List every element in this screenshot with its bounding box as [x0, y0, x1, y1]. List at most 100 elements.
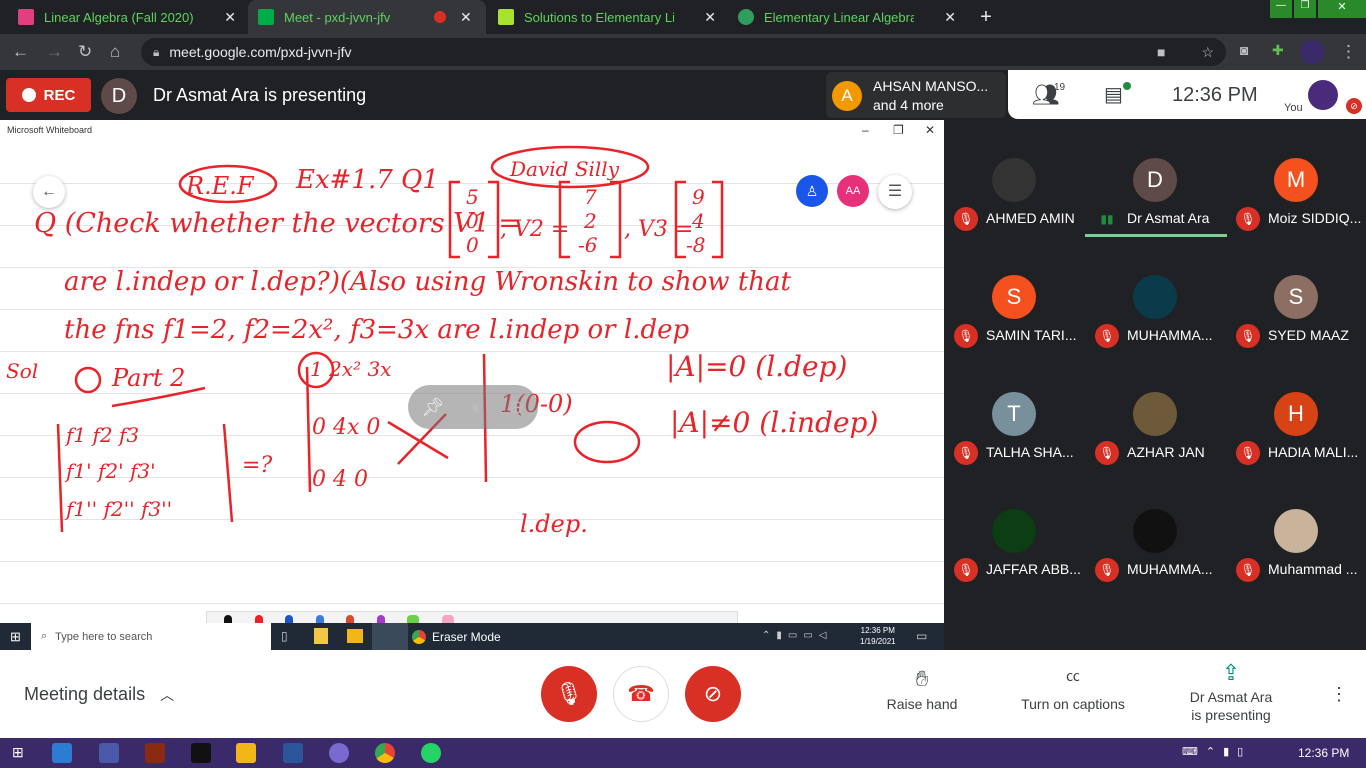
close-button[interactable]: ✕ [925, 123, 935, 137]
file-explorer-icon[interactable] [236, 743, 256, 763]
question-line2: are l.indep or l.dep?)(Also using Wronsk… [64, 267, 792, 297]
participant-tile[interactable]: 🎙︎ AHMED AMIN [944, 90, 1084, 231]
leave-call-button[interactable]: ☎︎ [613, 666, 669, 722]
forward-icon[interactable]: → [46, 42, 63, 62]
s-icon [498, 9, 514, 25]
vscode-icon[interactable] [52, 743, 72, 763]
participant-tile[interactable]: H 🎙︎ HADIA MALI... [1226, 324, 1366, 465]
visio-icon[interactable] [99, 743, 119, 763]
whiteboard-taskbar-icon[interactable] [372, 623, 408, 650]
browser-tab-bar: Linear Algebra (Fall 2020) AM ✕ Meet - p… [0, 0, 1366, 34]
close-icon[interactable]: ✕ [704, 9, 716, 26]
v3-entry-2: 4 [691, 209, 705, 233]
whatsapp-icon[interactable] [421, 743, 441, 763]
windows-start-icon[interactable]: ⊞ [12, 744, 24, 761]
meeting-details-button[interactable]: Meeting details ︿ [24, 684, 174, 705]
participant-tile[interactable]: T 🎙︎ TALHA SHA... [944, 324, 1084, 465]
restore-button[interactable]: ❐ [893, 123, 904, 137]
system-tray-icons[interactable]: ⌨⌃▮▯ [1182, 745, 1251, 758]
camera-icon[interactable]: ■ [1157, 44, 1165, 60]
task-view-icon[interactable]: ▯ [281, 629, 288, 643]
participant-tile[interactable]: S 🎙︎ SYED MAAZ [1226, 207, 1366, 348]
system-tray-icons[interactable]: ⌃▮▭▭◁ [762, 630, 832, 641]
close-window-button[interactable]: ✕ [1318, 0, 1366, 18]
participant-tile[interactable]: S 🎙︎ SAMIN TARI... [944, 207, 1084, 348]
star-icon[interactable]: ☆ [1201, 44, 1214, 61]
illustrator-icon[interactable] [145, 743, 165, 763]
chrome-taskbar-item[interactable]: Eraser Mode [412, 623, 501, 650]
participant-avatar [992, 509, 1036, 553]
maximize-button[interactable]: ❐ [1294, 0, 1316, 18]
close-icon[interactable]: ✕ [460, 9, 472, 26]
david-text: David Silly [509, 157, 620, 181]
notification-avatar: A [832, 81, 862, 111]
captions-button[interactable]: ㏄ Turn on captions [1012, 666, 1134, 712]
raise-hand-button[interactable]: ✋︎ Raise hand [880, 666, 964, 712]
store-icon[interactable] [314, 628, 328, 644]
whiteboard-canvas[interactable]: ← ♙ AA ☰ R.E.F Ex#1.7 Q1 David Silly Q (… [0, 142, 944, 645]
search-icon: ⌕ [41, 630, 48, 642]
profile-avatar[interactable] [1300, 40, 1324, 64]
pin-icon[interactable]: 📌︎ [421, 397, 444, 418]
meet-control-bar: Meeting details ︿ 🎙︎ ☎︎ ⊘ ✋︎ Raise hand … [0, 650, 1366, 738]
minimize-button[interactable]: – [862, 123, 869, 137]
participant-avatar [1274, 509, 1318, 553]
det-bar-right [222, 423, 234, 523]
presenting-button[interactable]: ⇪ Dr Asmat Ara is presenting [1180, 662, 1282, 724]
menu-icon[interactable]: ⋮ [1340, 42, 1357, 62]
participant-tile[interactable]: 🎙︎ AZHAR JAN [1085, 324, 1225, 465]
participant-avatar: M [1274, 158, 1318, 202]
new-tab-button[interactable]: + [974, 6, 998, 28]
url-bar[interactable]: 🔒︎ meet.google.com/pxd-jvvn-jfv ■ ☆ [141, 38, 1226, 66]
notification-more: and 4 more [873, 97, 944, 113]
tab-linear-algebra[interactable]: Linear Algebra (Fall 2020) AM ✕ [8, 0, 246, 34]
camera-off-button[interactable]: ⊘ [685, 666, 741, 722]
participant-name: MUHAMMA... [1127, 561, 1213, 577]
intellij-icon[interactable] [191, 743, 211, 763]
participant-tile[interactable]: D ▮▮ Dr Asmat Ara [1085, 90, 1227, 237]
mute-icon[interactable]: 🔇︎ [471, 397, 482, 418]
det-row-1: f1 f2 f3 [64, 423, 139, 447]
more-options-icon[interactable]: ⋮ [1330, 684, 1348, 705]
close-icon[interactable]: ✕ [944, 9, 956, 26]
participant-avatar [992, 158, 1036, 202]
participant-avatar [1133, 509, 1177, 553]
sol-text: Sol [6, 359, 38, 383]
captions-icon: ㏄ [1066, 668, 1080, 684]
participant-tile[interactable]: 🎙︎ MUHAMMA... [1085, 207, 1225, 348]
mic-off-icon: 🎙︎ [555, 681, 583, 706]
app-icon[interactable] [329, 743, 349, 763]
chrome-icon[interactable] [375, 743, 395, 763]
back-icon[interactable]: ← [12, 42, 29, 62]
home-icon[interactable]: ⌂ [110, 42, 120, 62]
close-icon[interactable]: ✕ [224, 9, 236, 26]
rule-independent: |A|≠0 (l.indep) [670, 406, 878, 439]
tab-solutions[interactable]: Solutions to Elementary Linear Al ✕ [488, 0, 726, 34]
minimize-button[interactable]: — [1270, 0, 1292, 18]
reload-icon[interactable]: ↻ [78, 42, 92, 62]
v1-entry-1: 5 [466, 185, 479, 209]
participant-avatar: S [992, 275, 1036, 319]
word-icon[interactable] [283, 743, 303, 763]
participant-avatar [1133, 275, 1177, 319]
v2-entry-3: -6 [578, 233, 598, 257]
notification-icon[interactable]: ▭ [916, 629, 927, 643]
tab-meet[interactable]: Meet - pxd-jvvn-jfv ✕ [248, 0, 486, 34]
participant-tile[interactable]: M 🎙︎ Moiz SIDDIQ... [1226, 90, 1366, 231]
mic-off-icon: 🎙︎ [954, 558, 978, 582]
extension-icon[interactable]: ✚ [1272, 42, 1284, 59]
v2-entry-2: 2 [583, 209, 597, 233]
participant-tile[interactable]: 🎙︎ JAFFAR ABB... [944, 441, 1084, 582]
minus-circle-icon[interactable]: ⊖ [509, 397, 524, 418]
window-controls: — ❐ ✕ [1270, 0, 1366, 18]
tab-elementary[interactable]: Elementary Linear Algebra: Appli ✕ [728, 0, 966, 34]
participant-tile[interactable]: 🎙︎ MUHAMMA... [1085, 441, 1225, 582]
participant-tile[interactable]: 🎙︎ Muhammad ... [1226, 441, 1366, 582]
windows-start-icon[interactable]: ⊞ [10, 629, 21, 645]
lock-icon: 🔒︎ [153, 44, 160, 59]
screenshot-icon[interactable]: ◙ [1240, 42, 1248, 58]
mic-off-button[interactable]: 🎙︎ [541, 666, 597, 722]
windows-search-box[interactable]: ⌕ Type here to search [31, 623, 271, 650]
equals-question: =? [242, 453, 272, 478]
folder-icon[interactable] [347, 629, 363, 643]
